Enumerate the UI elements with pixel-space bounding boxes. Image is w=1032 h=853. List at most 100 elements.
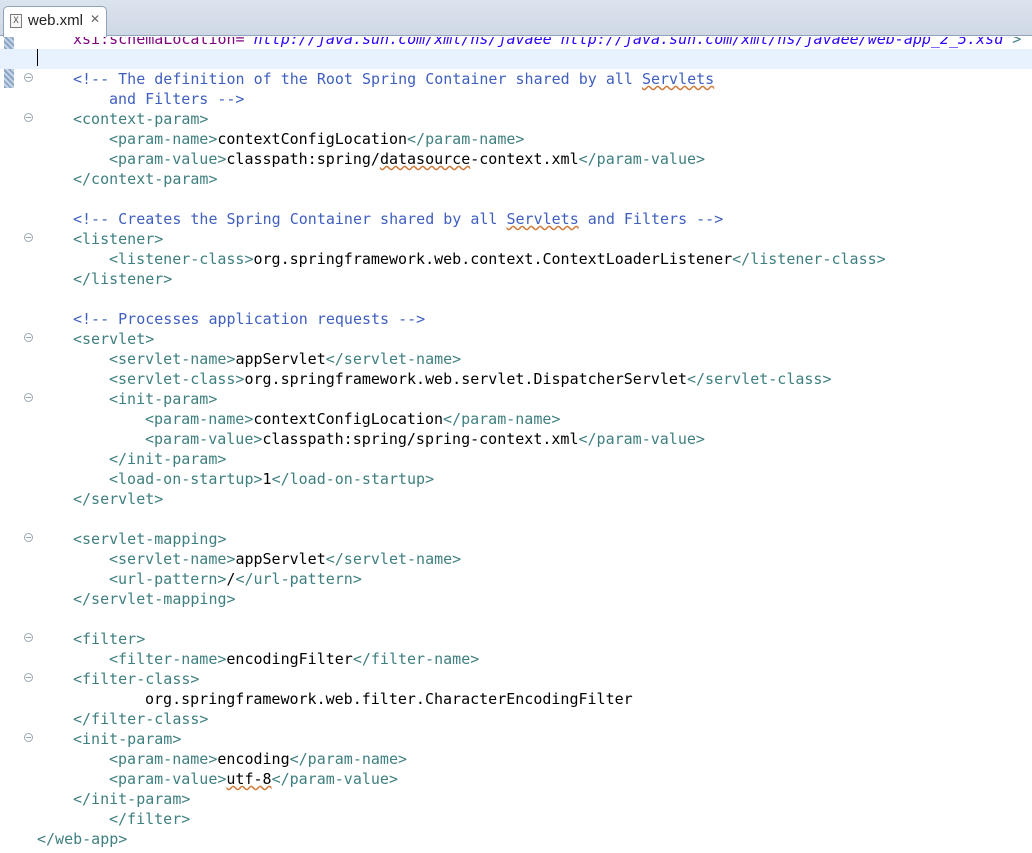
code-text: <url-pattern>/</url-pattern> [109, 569, 362, 589]
code-line[interactable]: <filter-name>encodingFilter</filter-name… [0, 649, 1032, 669]
code-token: </web-app> [37, 830, 128, 848]
text-caret [37, 49, 38, 66]
code-token: classpath:spring/ [226, 150, 380, 168]
fold-toggle-icon[interactable]: − [24, 733, 33, 742]
code-token: xsi:schemaLocation= [73, 37, 245, 48]
code-text: <servlet-mapping> [73, 529, 227, 549]
code-line[interactable]: <servlet-name>appServlet</servlet-name> [0, 549, 1032, 569]
code-token: </context-param> [73, 170, 218, 188]
fold-toggle-icon[interactable]: − [24, 333, 33, 342]
code-text: <filter-class> [73, 669, 199, 689]
code-token: datasource [379, 150, 471, 168]
code-text: <listener> [73, 229, 163, 249]
fold-toggle-icon[interactable]: − [24, 673, 33, 682]
code-line[interactable]: − <init-param> [0, 389, 1032, 409]
code-token: </listener-class> [732, 250, 886, 268]
code-token: <url-pattern> [109, 570, 227, 588]
code-line[interactable]: − <filter> [0, 629, 1032, 649]
fold-toggle-icon[interactable]: − [24, 113, 33, 122]
code-token: contextConfigLocation [217, 130, 408, 148]
code-text: <filter> [73, 629, 145, 649]
close-icon[interactable]: ✕ [90, 12, 100, 26]
code-token: > [1012, 37, 1022, 48]
code-text: <listener-class>org.springframework.web.… [109, 249, 886, 269]
code-line[interactable]: − <listener> [0, 229, 1032, 249]
code-line[interactable]: and Filters --> [0, 89, 1032, 109]
code-text: </filter-class> [73, 709, 208, 729]
code-line[interactable] [0, 509, 1032, 529]
code-text: </filter> [109, 809, 190, 829]
code-line[interactable]: <param-name>contextConfigLocation</param… [0, 129, 1032, 149]
code-line[interactable]: − <filter-class> [0, 669, 1032, 689]
code-line[interactable]: <param-name>contextConfigLocation</param… [0, 409, 1032, 429]
code-token: </url-pattern> [235, 570, 362, 588]
tab-label: web.xml [28, 12, 84, 29]
code-line[interactable]: − <init-param> [0, 729, 1032, 749]
code-line[interactable] [0, 609, 1032, 629]
code-line[interactable]: <!-- Processes application requests --> [0, 309, 1032, 329]
code-token: <param-value> [145, 430, 263, 448]
fold-toggle-icon[interactable]: − [24, 633, 33, 642]
code-token: "http://java.sun.com/xml/ns/javaee http:… [244, 37, 1013, 48]
code-token: </servlet-name> [325, 550, 462, 568]
fold-toggle-icon[interactable]: − [24, 533, 33, 542]
fold-toggle-icon[interactable]: − [24, 73, 33, 82]
code-token: encoding [217, 750, 290, 768]
code-line[interactable]: <listener-class>org.springframework.web.… [0, 249, 1032, 269]
code-line[interactable]: </context-param> [0, 169, 1032, 189]
code-token: Servlets [506, 210, 579, 228]
code-text: <!-- The definition of the Root Spring C… [73, 69, 714, 89]
xml-file-icon: X [10, 14, 22, 28]
code-line[interactable] [0, 289, 1032, 309]
code-line[interactable]: </filter-class> [0, 709, 1032, 729]
code-token: <param-value> [109, 770, 227, 788]
code-token: </param-value> [578, 430, 705, 448]
code-line[interactable]: − <servlet-mapping> [0, 529, 1032, 549]
code-line[interactable] [0, 189, 1032, 209]
code-token: utf-8 [226, 770, 272, 788]
code-line[interactable]: </listener> [0, 269, 1032, 289]
code-token: </param-value> [271, 770, 398, 788]
code-token: <init-param> [73, 730, 182, 748]
code-text: </context-param> [73, 169, 218, 189]
fold-toggle-icon[interactable]: − [24, 233, 33, 242]
code-line[interactable]: </servlet> [0, 489, 1032, 509]
code-line[interactable]: <servlet-name>appServlet</servlet-name> [0, 349, 1032, 369]
code-line[interactable]: <param-value>classpath:spring/datasource… [0, 149, 1032, 169]
code-line[interactable]: </filter> [0, 809, 1032, 829]
code-token: <filter-class> [73, 670, 200, 688]
code-text: <context-param> [73, 109, 208, 129]
code-text: <filter-name>encodingFilter</filter-name… [109, 649, 479, 669]
code-line[interactable]: <!-- Creates the Spring Container shared… [0, 209, 1032, 229]
code-line[interactable]: <url-pattern>/</url-pattern> [0, 569, 1032, 589]
code-token: <servlet> [73, 330, 155, 348]
code-text: </listener> [73, 269, 172, 289]
code-line[interactable]: <servlet-class>org.springframework.web.s… [0, 369, 1032, 389]
code-line[interactable]: xsi:schemaLocation="http://java.sun.com/… [0, 37, 1032, 49]
code-token: <!-- The definition of the Root Spring C… [73, 70, 642, 88]
code-line[interactable]: <param-value>classpath:spring/spring-con… [0, 429, 1032, 449]
code-line[interactable]: </servlet-mapping> [0, 589, 1032, 609]
fold-toggle-icon[interactable]: − [24, 393, 33, 402]
code-token: and Filters --> [578, 210, 724, 228]
code-token: org.springframework.web.context.ContextL… [253, 250, 733, 268]
code-editor[interactable]: xsi:schemaLocation="http://java.sun.com/… [0, 37, 1032, 853]
code-line[interactable]: − <!-- The definition of the Root Spring … [0, 69, 1032, 89]
code-line[interactable]: − <context-param> [0, 109, 1032, 129]
code-line[interactable]: </web-app> [0, 829, 1032, 849]
code-token: </filter> [109, 810, 191, 828]
code-line[interactable]: <param-name>encoding</param-name> [0, 749, 1032, 769]
code-token: contextConfigLocation [253, 410, 444, 428]
code-text: <!-- Creates the Spring Container shared… [73, 209, 723, 229]
code-line[interactable]: </init-param> [0, 449, 1032, 469]
code-text: <init-param> [109, 389, 217, 409]
code-text: <load-on-startup>1</load-on-startup> [109, 469, 434, 489]
code-line[interactable]: <load-on-startup>1</load-on-startup> [0, 469, 1032, 489]
code-token: encodingFilter [226, 650, 353, 668]
code-line[interactable]: − <servlet> [0, 329, 1032, 349]
code-line[interactable]: </init-param> [0, 789, 1032, 809]
tab-web-xml[interactable]: X web.xml ✕ [3, 6, 107, 37]
code-line[interactable] [0, 49, 1032, 69]
code-line[interactable]: org.springframework.web.filter.Character… [0, 689, 1032, 709]
code-line[interactable]: <param-value>utf-8</param-value> [0, 769, 1032, 789]
